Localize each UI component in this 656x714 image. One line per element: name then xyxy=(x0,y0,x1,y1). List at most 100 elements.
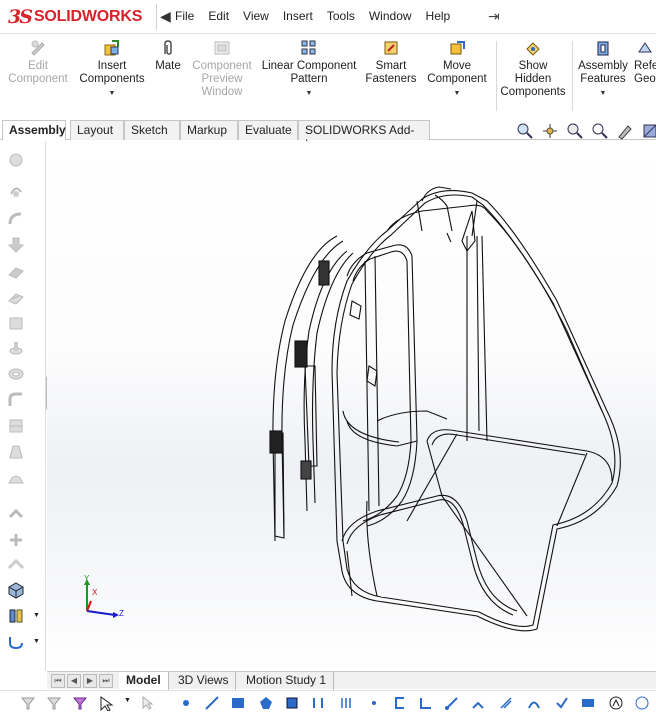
hide-show-icon[interactable] xyxy=(616,122,634,140)
arc-icon[interactable] xyxy=(526,695,542,711)
insert-components-label-2: Components xyxy=(79,73,145,85)
polygon-icon[interactable] xyxy=(258,695,274,711)
menu-file[interactable]: File xyxy=(175,9,194,23)
parallel-icon[interactable] xyxy=(338,695,354,711)
component-preview-window-button[interactable]: Component Preview Window xyxy=(188,39,256,99)
backpack-wireframe-model[interactable] xyxy=(47,141,656,671)
box-icon[interactable] xyxy=(284,695,300,711)
tab-markup[interactable]: Markup xyxy=(180,120,238,140)
tab-sketch[interactable]: Sketch xyxy=(124,120,180,140)
edit-component-button[interactable]: Edit Component xyxy=(6,39,70,86)
zoom-to-fit-icon[interactable] xyxy=(516,122,534,140)
bottom-tabs-bar: ⏮ ◀ ▶ ⏭ Model 3D Views Motion Study 1 xyxy=(47,671,656,690)
left-toolbar: ▼ ▼ xyxy=(0,141,46,671)
smart-dimension-icon[interactable] xyxy=(580,695,596,711)
wrap-icon[interactable] xyxy=(7,505,25,523)
slot-icon[interactable] xyxy=(310,695,326,711)
reference-geometry-button[interactable]: Refe Geo xyxy=(634,39,656,86)
sketch-line-icon[interactable] xyxy=(204,695,220,711)
tab-assembly[interactable]: Assembly xyxy=(2,120,66,140)
revolve-icon[interactable] xyxy=(7,339,25,357)
angle-icon[interactable] xyxy=(418,695,434,711)
linear-pattern-dropdown-icon[interactable]: ▼ xyxy=(258,87,360,100)
prev-tab-icon[interactable]: ◀ xyxy=(67,674,81,688)
diagonal-icon[interactable] xyxy=(444,695,460,711)
view-orientation-icon[interactable] xyxy=(566,122,584,140)
select-other-icon[interactable] xyxy=(140,695,156,711)
filter-icon[interactable] xyxy=(20,695,36,711)
next-tab-icon[interactable]: ▶ xyxy=(83,674,97,688)
edit-appearance-icon[interactable] xyxy=(641,122,656,140)
pin-menu-icon[interactable]: ⇥ xyxy=(488,8,500,25)
last-tab-icon[interactable]: ⏭ xyxy=(99,674,113,688)
loft-icon[interactable] xyxy=(7,443,25,461)
offset-icon[interactable] xyxy=(498,695,514,711)
section-view-icon[interactable] xyxy=(541,122,559,140)
mirror-icon[interactable] xyxy=(7,556,25,574)
menu-view[interactable]: View xyxy=(243,9,269,23)
insert-components-dropdown-icon[interactable]: ▼ xyxy=(76,87,148,100)
reference-geometry-label-2: Geo xyxy=(634,73,656,85)
menu-tools[interactable]: Tools xyxy=(327,9,355,23)
more-tools-icon[interactable] xyxy=(634,695,650,711)
chain-icon[interactable] xyxy=(470,695,486,711)
reference-dropdown-icon[interactable]: ▼ xyxy=(33,612,40,619)
tab-model[interactable]: Model xyxy=(119,672,169,690)
cube-icon[interactable] xyxy=(7,581,25,599)
rectangle-icon[interactable] xyxy=(230,695,246,711)
normal-to-icon[interactable] xyxy=(608,695,624,711)
plane-icon[interactable] xyxy=(7,263,25,281)
vertex-icon[interactable] xyxy=(366,695,382,711)
bracket-icon[interactable] xyxy=(392,695,408,711)
curve-dropdown-icon[interactable]: ▼ xyxy=(33,638,40,645)
tab-layout[interactable]: Layout xyxy=(70,120,124,140)
tab-3d-views[interactable]: 3D Views xyxy=(171,672,237,690)
move-component-button[interactable]: Move Component ▼ xyxy=(422,39,492,100)
surface-icon[interactable] xyxy=(7,314,25,332)
assembly-features-dropdown-icon[interactable]: ▼ xyxy=(575,87,631,100)
collapse-menu-icon[interactable]: ◀ xyxy=(160,8,171,25)
show-hidden-label-2: Hidden xyxy=(514,73,552,85)
logo-separator xyxy=(156,4,157,30)
menu-edit[interactable]: Edit xyxy=(208,9,229,23)
line-icon[interactable] xyxy=(7,151,25,169)
check-icon[interactable] xyxy=(554,695,570,711)
display-style-icon[interactable] xyxy=(591,122,609,140)
tab-motion-study-1[interactable]: Motion Study 1 xyxy=(239,672,335,690)
insert-components-button[interactable]: Insert Components ▼ xyxy=(76,39,148,100)
command-manager: Edit Component Insert Components ▼ Mate … xyxy=(0,35,656,117)
linear-component-pattern-button[interactable]: Linear Component Pattern ▼ xyxy=(258,39,360,100)
tab-solidworks-add-ins[interactable]: SOLIDWORKS Add-Ins xyxy=(298,120,430,151)
mate-button[interactable]: Mate xyxy=(151,39,185,73)
select-dropdown-icon[interactable]: ▼ xyxy=(124,697,131,704)
select-arrow-icon[interactable] xyxy=(98,695,114,711)
smart-fasteners-button[interactable]: Smart Fasteners xyxy=(362,39,420,86)
curve-icon[interactable] xyxy=(7,633,25,651)
dome-icon[interactable] xyxy=(7,469,25,487)
menu-insert[interactable]: Insert xyxy=(283,9,313,23)
chamfer-icon[interactable] xyxy=(7,289,25,307)
rib-icon[interactable] xyxy=(7,417,25,435)
menu-window[interactable]: Window xyxy=(369,9,412,23)
show-hidden-label-1: Show xyxy=(518,60,548,72)
arrow-icon[interactable] xyxy=(7,236,25,254)
point-icon[interactable] xyxy=(178,695,194,711)
rotate-icon[interactable] xyxy=(7,182,25,200)
tab-evaluate[interactable]: Evaluate xyxy=(238,120,298,140)
filter-faces-icon[interactable] xyxy=(72,695,88,711)
shell-icon[interactable] xyxy=(7,365,25,383)
menu-help[interactable]: Help xyxy=(426,9,451,23)
assembly-features-button[interactable]: Assembly Features ▼ xyxy=(575,39,631,100)
graphics-viewport[interactable]: Y X Z xyxy=(47,141,656,671)
fillet-icon[interactable] xyxy=(7,210,25,228)
filter-edges-icon[interactable] xyxy=(46,695,62,711)
show-hidden-components-button[interactable]: Show Hidden Components xyxy=(498,39,568,99)
sweep-icon[interactable] xyxy=(7,391,25,409)
show-hidden-label-3: Components xyxy=(500,86,566,98)
reference-icon[interactable] xyxy=(7,607,25,625)
assembly-features-label-2: Features xyxy=(580,73,626,85)
first-tab-icon[interactable]: ⏮ xyxy=(51,674,65,688)
move-component-dropdown-icon[interactable]: ▼ xyxy=(422,87,492,100)
split-icon[interactable] xyxy=(7,531,25,549)
insert-components-icon xyxy=(104,40,119,56)
